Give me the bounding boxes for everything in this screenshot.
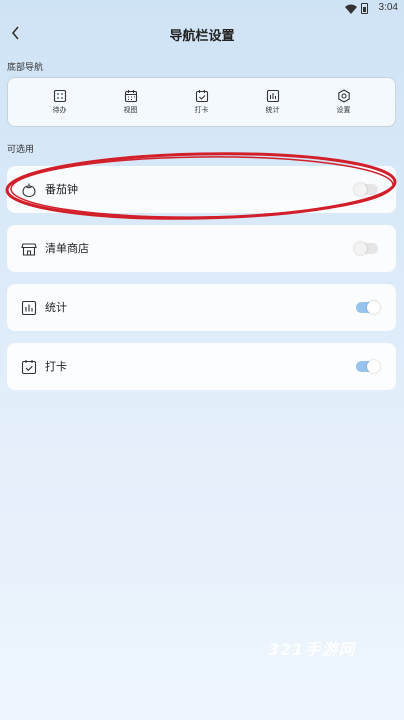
checkin-icon: [21, 360, 37, 375]
status-icons: [345, 3, 368, 14]
bottom-nav-preview: 待办 视图 打卡 统计 设置: [7, 77, 396, 127]
nav-item-settings[interactable]: 设置: [322, 89, 366, 115]
nav-item-view[interactable]: 视图: [109, 89, 153, 115]
header: 导航栏设置: [0, 22, 404, 46]
toggle-knob: [354, 183, 367, 196]
toggle-knob: [367, 301, 380, 314]
option-row-checkin[interactable]: 打卡: [7, 343, 396, 390]
nav-item-stats[interactable]: 统计: [251, 89, 295, 115]
option-label: 统计: [45, 301, 67, 314]
nav-item-label: 视图: [123, 106, 138, 114]
todo-icon: [53, 89, 66, 103]
stats-icon: [266, 89, 279, 103]
battery-icon: [361, 3, 368, 14]
wifi-icon: [345, 4, 357, 14]
option-label: 清单商店: [45, 242, 89, 255]
toggle-knob: [354, 242, 367, 255]
shop-icon: [21, 243, 37, 256]
checkin-icon: [195, 90, 208, 103]
section-label-optional: 可选用: [7, 145, 35, 155]
nav-item-label: 待办: [52, 106, 67, 114]
nav-item-checkin[interactable]: 打卡: [180, 89, 224, 115]
tomato-icon: [22, 183, 36, 198]
nav-item-todo[interactable]: 待办: [38, 89, 82, 115]
watermark: 321手游网: [268, 640, 356, 659]
settings-icon: [337, 89, 350, 103]
nav-item-label: 打卡: [194, 106, 209, 114]
option-label: 打卡: [45, 360, 67, 373]
nav-item-label: 设置: [336, 106, 351, 114]
toggle-knob: [367, 360, 380, 373]
checkin-toggle[interactable]: [356, 360, 380, 373]
option-row-shop[interactable]: 清单商店: [7, 225, 396, 272]
calendar-view-icon: [124, 90, 137, 103]
option-row-stats[interactable]: 统计: [7, 284, 396, 331]
shop-toggle[interactable]: [354, 242, 378, 255]
nav-item-label: 统计: [265, 106, 280, 114]
pomodoro-toggle[interactable]: [354, 183, 378, 196]
option-row-pomodoro[interactable]: 番茄钟: [7, 166, 396, 213]
section-label-bottom-nav: 底部导航: [7, 63, 44, 73]
stats-icon: [21, 300, 37, 316]
status-time: 3:04: [378, 2, 398, 13]
option-label: 番茄钟: [45, 183, 78, 196]
page-title: 导航栏设置: [169, 29, 235, 44]
stats-toggle[interactable]: [356, 301, 380, 314]
status-bar: 3:04: [0, 0, 404, 18]
